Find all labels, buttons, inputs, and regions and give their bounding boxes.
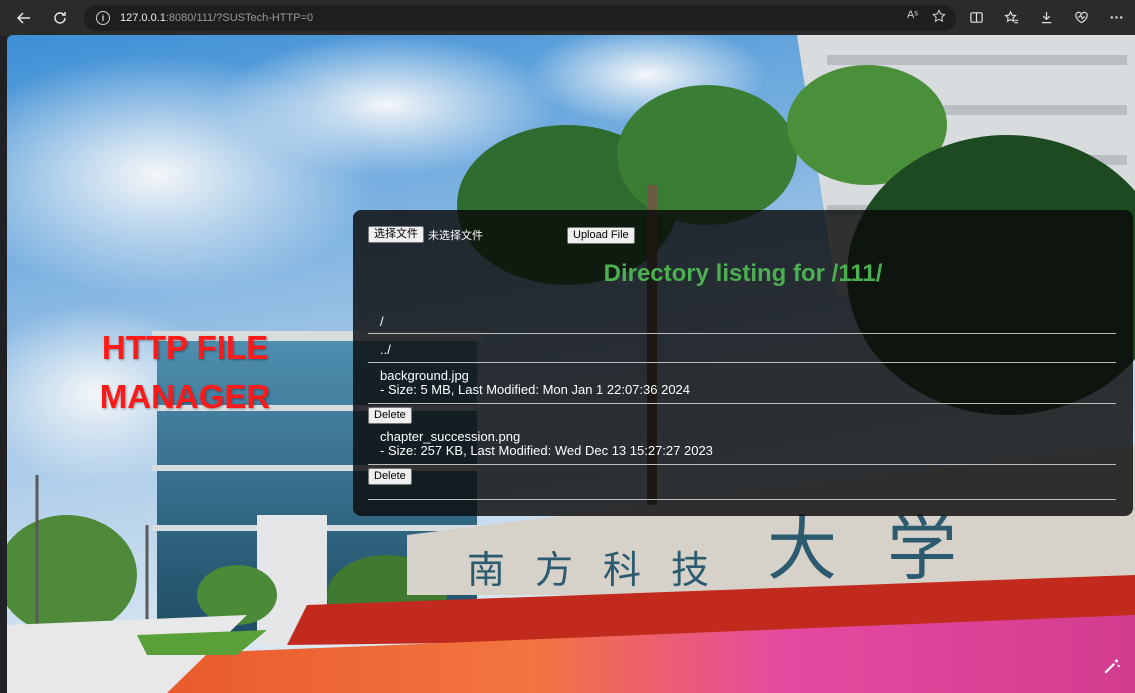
list-item-root[interactable]: / bbox=[368, 308, 1116, 334]
browser-toolbar: i 127.0.0.1:8080/111/?SUSTech-HTTP=0 Aˢ bbox=[0, 0, 1135, 36]
url-host: 127.0.0.1 bbox=[120, 12, 166, 24]
file-manager-panel: 选择文件 未选择文件 Upload File Directory listing… bbox=[353, 210, 1133, 516]
address-bar[interactable]: i 127.0.0.1:8080/111/?SUSTech-HTTP=0 Aˢ bbox=[84, 5, 956, 31]
directory-heading: Directory listing for /111/ bbox=[603, 260, 883, 287]
url-path: :8080/111/?SUSTech-HTTP=0 bbox=[165, 12, 314, 24]
choose-file-button[interactable]: 选择文件 bbox=[368, 226, 424, 243]
back-icon[interactable] bbox=[10, 4, 38, 32]
list-item-file[interactable]: chapter_succession.png - Size: 257 KB, L… bbox=[368, 430, 1116, 465]
performance-icon[interactable] bbox=[1070, 6, 1092, 28]
magic-wand-icon[interactable] bbox=[1103, 657, 1121, 675]
delete-button[interactable]: Delete bbox=[368, 468, 412, 485]
file-picker: 选择文件 未选择文件 bbox=[368, 226, 483, 243]
file-meta: - Size: 257 KB, Last Modified: Wed Dec 1… bbox=[380, 443, 713, 458]
delete-row: Delete bbox=[368, 465, 1116, 500]
favorites-icon[interactable] bbox=[1000, 6, 1022, 28]
file-name-link[interactable]: chapter_succession.png bbox=[380, 430, 1116, 444]
app-title-line2: MANAGER bbox=[99, 378, 271, 415]
dir-link-parent[interactable]: ../ bbox=[380, 342, 391, 357]
list-item-parent[interactable]: ../ bbox=[368, 334, 1116, 363]
app-title-line1: HTTP FILE bbox=[101, 329, 269, 366]
page-viewport: 南方科技 大学 HTTP FILE MANAGER 选择文件 未选择文件 Upl… bbox=[7, 35, 1135, 693]
svg-text:南方科技: 南方科技 bbox=[467, 548, 739, 592]
more-menu-icon[interactable] bbox=[1105, 6, 1127, 28]
info-icon[interactable]: i bbox=[96, 11, 110, 25]
list-item-file[interactable]: background.jpg - Size: 5 MB, Last Modifi… bbox=[368, 363, 1116, 404]
refresh-icon[interactable] bbox=[46, 4, 74, 32]
favorite-star-icon[interactable] bbox=[932, 9, 946, 26]
app-title: HTTP FILE MANAGER bbox=[85, 323, 285, 421]
upload-file-button[interactable]: Upload File bbox=[567, 227, 635, 244]
directory-listing: / ../ background.jpg - Size: 5 MB, Last … bbox=[368, 308, 1116, 500]
file-meta: - Size: 5 MB, Last Modified: Mon Jan 1 2… bbox=[380, 382, 691, 397]
delete-button[interactable]: Delete bbox=[368, 407, 412, 424]
read-aloud-icon[interactable]: Aˢ bbox=[907, 9, 918, 26]
no-file-chosen-text: 未选择文件 bbox=[428, 229, 483, 242]
dir-link-root[interactable]: / bbox=[380, 314, 384, 329]
delete-row: Delete bbox=[368, 404, 1116, 430]
split-screen-icon[interactable] bbox=[965, 6, 987, 28]
svg-text:大学: 大学 bbox=[767, 508, 1007, 590]
file-name-link[interactable]: background.jpg bbox=[380, 369, 1116, 383]
download-icon[interactable] bbox=[1035, 6, 1057, 28]
